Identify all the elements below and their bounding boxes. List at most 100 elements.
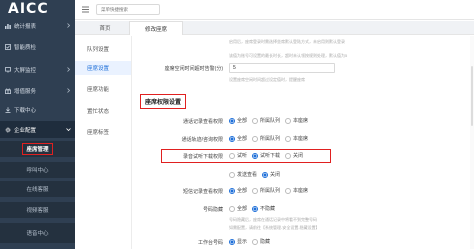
sidebar-item-reports[interactable]: 统计报表: [0, 17, 75, 34]
sidebar-item-quality[interactable]: 智能质检: [0, 38, 75, 55]
radio-label: 关闭: [293, 153, 304, 159]
radio-option[interactable]: 所属队列: [252, 117, 280, 124]
sidebar-subitem-label: 座席管理: [22, 143, 53, 155]
radio-label: 试听: [237, 153, 248, 159]
sidebar-subitem-label: 在线客服: [26, 187, 49, 193]
sidebar-subitem-call-center[interactable]: 呼叫中心: [0, 162, 75, 178]
submenu-item-agent-settings[interactable]: 座席设置: [75, 61, 131, 75]
radio-label: 关闭: [270, 172, 281, 178]
radio-option[interactable]: 所属队列: [252, 135, 280, 142]
sidebar-subitem-video-service[interactable]: 视频客服: [0, 202, 75, 218]
radio-label: 全部: [237, 206, 248, 212]
gift-icon: [5, 88, 11, 94]
sidebar-subitem-label: 呼叫中心: [26, 168, 49, 174]
tab-home[interactable]: 首页: [81, 21, 129, 35]
agent-settings-content: 启用后，座席登录时需选择坐席默认登陆方式，未启用则默认登录 该值为账号可设置的最…: [133, 36, 474, 249]
radio-option[interactable]: 试听下载: [252, 152, 280, 159]
sidebar-item-monitor[interactable]: 大屏监控: [0, 61, 75, 78]
radio-empty-icon: [229, 171, 235, 178]
sidebar-item-enterprise-config[interactable]: 企业配置: [0, 121, 75, 138]
permission-label: 录音试听下载权限: [182, 154, 223, 160]
call-trace-permission-group: 全部 所属队列 本座席: [229, 135, 308, 142]
sidebar-item-value-added[interactable]: 增值服务: [0, 82, 75, 99]
tab-edit-agent[interactable]: 修改座席: [129, 21, 183, 35]
menu-toggle-icon[interactable]: [81, 5, 90, 14]
sidebar-item-label: 增值服务: [14, 88, 37, 95]
check-icon: [5, 43, 11, 50]
search-box[interactable]: [96, 4, 160, 15]
radio-option[interactable]: 全部: [229, 205, 247, 212]
radio-option[interactable]: 全部: [229, 117, 247, 124]
radio-empty-icon: [285, 187, 292, 194]
radio-label: 本座席: [293, 136, 309, 142]
section-title: 座席权限设置: [140, 94, 187, 109]
radio-label: 所属队列: [260, 118, 281, 124]
radio-option[interactable]: 试听: [229, 152, 247, 159]
radio-checked-icon: [229, 187, 235, 194]
chevron-down-icon: [66, 127, 71, 132]
radio-label: 不隐藏: [260, 206, 276, 212]
radio-checked-icon: [229, 135, 235, 142]
sidebar-item-label: 大屏监控: [14, 67, 37, 74]
radio-option[interactable]: 不隐藏: [252, 205, 275, 212]
chart-icon: [5, 23, 11, 29]
submenu-item-busy-status[interactable]: 置忙状态: [75, 104, 131, 118]
submenu-item-agent-tags[interactable]: 座席标签: [75, 125, 131, 139]
hint-text: 该值为账号可设置的最长时长，超时未认领按规则处理，默认值为5: [229, 53, 348, 58]
sidebar-item-label: 智能质检: [14, 44, 37, 51]
permission-label: 工作台号码: [197, 240, 223, 246]
radio-option[interactable]: 关闭: [262, 171, 280, 178]
scrollbar-thumb[interactable]: [471, 66, 473, 126]
chevron-right-icon: [66, 88, 71, 93]
hint-text: 号码隐藏后，座席在通话记录中将看不到完整号码: [229, 217, 317, 222]
sidebar-subitem-online-service[interactable]: 在线客服: [0, 181, 75, 197]
scrollbar-track[interactable]: [470, 36, 474, 249]
radio-empty-icon: [252, 117, 259, 124]
radio-label: 全部: [237, 136, 248, 142]
sidebar-subitem-label: 语音中心: [26, 231, 49, 237]
radio-empty-icon: [285, 152, 292, 159]
radio-label: 全部: [237, 118, 248, 124]
radio-label: 试听下载: [260, 153, 281, 159]
sms-record-permission-group: 全部 所属队列 本座席: [229, 187, 308, 194]
sidebar-subitem-agent-management[interactable]: 座席管理: [0, 141, 75, 157]
radio-checked-icon: [229, 238, 235, 245]
radio-empty-icon: [229, 152, 235, 159]
timeout-input[interactable]: 5: [229, 63, 335, 73]
radio-option[interactable]: 本座席: [285, 187, 308, 194]
radio-checked-icon: [252, 205, 259, 212]
sidebar-item-download[interactable]: 下载中心: [0, 101, 75, 118]
radio-option[interactable]: 显示: [229, 238, 247, 245]
radio-option[interactable]: 本座席: [285, 135, 308, 142]
hint-text: 设置座席空闲时间超过设定值时，提醒座席: [229, 77, 305, 82]
radio-option[interactable]: 全部: [229, 135, 247, 142]
radio-option[interactable]: 隐藏: [252, 238, 270, 245]
submenu-item-agent-functions[interactable]: 座席功能: [75, 82, 131, 96]
radio-empty-icon: [252, 187, 259, 194]
timeout-value: 5: [233, 65, 236, 71]
sidebar-subitem-voice-center[interactable]: 语音中心: [0, 223, 75, 243]
radio-option[interactable]: 所属队列: [252, 187, 280, 194]
radio-option[interactable]: 全部: [229, 187, 247, 194]
hint-text: 启用后，座席登录时需选择坐席默认登陆方式，未启用则默认登录: [229, 39, 345, 44]
gear-icon: [5, 127, 11, 133]
radio-label: 隐藏: [260, 239, 271, 245]
timeout-label: 座席空闲时间超时告警(分): [164, 66, 223, 72]
radio-option[interactable]: 关闭: [285, 152, 303, 159]
radio-label: 全部: [237, 188, 248, 194]
radio-option[interactable]: 本座席: [285, 117, 308, 124]
sms-send-permission-group: 发送查看 关闭: [229, 171, 280, 178]
topbar: [75, 0, 474, 20]
radio-label: 所属队列: [260, 188, 281, 194]
radio-option[interactable]: 发送查看: [229, 171, 257, 178]
radio-label: 所属队列: [260, 136, 281, 142]
sidebar-subitem-label: 视频客服: [26, 208, 49, 214]
radio-empty-icon: [285, 117, 292, 124]
hint-text: 如需配置，请前往【系统管理-安全设置-隐藏设置】: [229, 225, 320, 230]
permission-label: 通话记录查看权限: [182, 119, 223, 125]
submenu-item-queue[interactable]: 队列设置: [75, 42, 131, 56]
radio-label: 本座席: [293, 118, 309, 124]
app-logo: AICC: [8, 1, 49, 17]
search-input[interactable]: [97, 5, 159, 14]
sidebar: AICC 统计报表 智能质检 大屏监控 增值服务 下载中心 企业配置 座席管理 …: [0, 0, 75, 249]
